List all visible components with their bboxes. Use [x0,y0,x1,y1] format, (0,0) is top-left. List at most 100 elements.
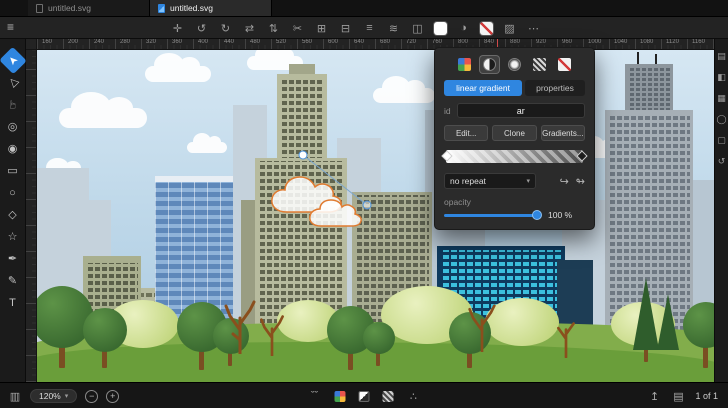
color-picker-tool[interactable]: ◉ [3,139,23,158]
bare-tree[interactable] [259,312,285,356]
gradient-icon[interactable]: ◑ [456,21,471,36]
pattern-swatch-icon[interactable] [383,391,394,402]
defs-panel-icon[interactable]: ▦ [717,93,726,103]
ellipse-tool[interactable]: ○ [3,183,23,202]
ruler-label: 1120 [666,39,679,45]
zoom-level[interactable]: 120% ▾ [30,389,77,403]
move-icon[interactable]: ✛ [170,21,185,36]
opacity-slider[interactable] [444,214,540,217]
export-panel-icon[interactable]: ▢ [717,135,726,145]
canvas[interactable] [37,50,714,382]
polygon-tool[interactable]: ◇ [3,205,23,224]
chevron-down-icon: ▾ [65,392,69,400]
building-gray-upper[interactable] [625,64,673,116]
cloud[interactable] [59,108,147,128]
flip-horizontal-icon[interactable]: ⇄ [242,21,257,36]
align-icon[interactable]: ≡ [362,21,377,36]
pattern-icon[interactable]: ▨ [502,21,517,36]
cloud[interactable] [145,66,211,82]
geometry-panel-icon[interactable]: ◯ [716,114,726,124]
gradients-button[interactable]: Gradients... [541,125,585,141]
gradient-swatch-icon[interactable] [359,391,370,402]
stroke-none-swatch[interactable] [480,22,493,35]
selected-cloud-outline[interactable] [272,177,361,226]
gradient-stop-end[interactable] [576,150,587,161]
id-input[interactable] [457,103,585,118]
rotate-ccw-icon[interactable]: ↺ [194,21,209,36]
boards-icon[interactable]: ▥ [8,389,22,403]
pan-tool[interactable]: ☞ [3,95,22,115]
pencil-tool[interactable]: ✎ [3,271,23,290]
tab-properties[interactable]: properties [525,80,585,96]
swatches-icon[interactable] [335,391,346,402]
fill-stroke-panel-icon[interactable]: ◧ [717,72,726,82]
repeat-mode-icon[interactable]: ↬ [576,175,585,188]
ungroup-icon[interactable]: ⊟ [338,21,353,36]
opacity-value: 100 % [548,210,572,220]
statusbar-right-icons: ↥▤ [647,389,685,403]
text-tool[interactable]: T [3,293,23,312]
clone-button[interactable]: Clone [492,125,536,141]
boolean-ops-icon[interactable]: ◫ [410,21,425,36]
document-icon [36,4,43,13]
gradient-start-handle[interactable] [299,151,307,159]
menu-icon[interactable]: ≡ [7,20,14,34]
solid-paint-icon[interactable] [455,56,474,73]
gradient-end-handle[interactable] [363,201,371,209]
document-icon[interactable]: ▤ [671,389,685,403]
bare-tree-branches [470,306,495,352]
history-panel-icon[interactable]: ↺ [718,156,726,166]
flip-vertical-icon[interactable]: ⇅ [266,21,281,36]
tab-untitled-2[interactable]: untitled.svg [150,0,272,16]
opacity-slider-knob[interactable] [532,210,542,220]
panels-icon[interactable]: ▤ [717,51,726,61]
gradient-preview[interactable] [446,150,583,163]
repeat-select[interactable]: no repeat ▾ [444,173,536,189]
fill-swatch[interactable] [434,22,447,35]
mesh-icon[interactable]: ∴ [407,389,421,403]
more-options-icon[interactable]: ⋯ [526,21,541,36]
tab-untitled-1[interactable]: untitled.svg [28,0,150,16]
checks-icon[interactable]: ˇˇ [308,389,322,403]
page-indicator[interactable]: 1 of 1 [695,391,718,401]
linear-gradient-glyph [483,58,496,71]
ruler-label: 760 [432,39,442,45]
solid-paint-swatch [458,58,471,71]
pattern-paint-icon[interactable] [530,56,549,73]
star-tool[interactable]: ☆ [3,227,23,246]
zoom-tool[interactable]: ◎ [3,117,23,136]
bare-tree[interactable] [553,312,579,358]
cloud[interactable] [373,88,435,103]
gradient-stop-start[interactable] [441,150,452,161]
tree-round[interactable] [363,322,395,354]
bare-tree[interactable] [223,296,257,354]
linear-gradient-paint-icon[interactable] [480,56,499,73]
ruler-label: 880 [510,39,520,45]
node-select-tool[interactable]: ▷ [0,69,26,97]
ruler-label: 240 [94,39,104,45]
pattern-glyph [533,58,546,71]
ruler-label: 920 [536,39,546,45]
zoom-in-button[interactable]: + [106,390,119,403]
path-tool[interactable]: ✒ [3,249,23,268]
rect-tool[interactable]: ▭ [3,161,23,180]
edit-button[interactable]: Edit... [444,125,488,141]
none-paint-icon[interactable] [555,56,574,73]
status-bar: ▥ 120% ▾ − + ˇˇ∴ ↥▤ 1 of 1 [0,382,728,408]
selected-cloud-object[interactable] [259,148,381,244]
export-icon[interactable]: ↥ [647,389,661,403]
distribute-icon[interactable]: ≋ [386,21,401,36]
rotate-cw-icon[interactable]: ↻ [218,21,233,36]
ruler-corner [26,39,37,50]
tab-label: untitled.svg [48,3,91,13]
tree-round[interactable] [83,308,127,352]
group-icon[interactable]: ⊞ [314,21,329,36]
chevron-down-icon: ▾ [526,177,530,185]
tab-linear-gradient[interactable]: linear gradient [444,80,522,96]
cut-icon[interactable]: ✂ [290,21,305,36]
zoom-out-button[interactable]: − [85,390,98,403]
reverse-gradient-icon[interactable]: ↪ [560,175,569,188]
radial-gradient-paint-icon[interactable] [505,56,524,73]
bare-tree[interactable] [467,300,497,352]
cloud[interactable] [187,142,227,153]
